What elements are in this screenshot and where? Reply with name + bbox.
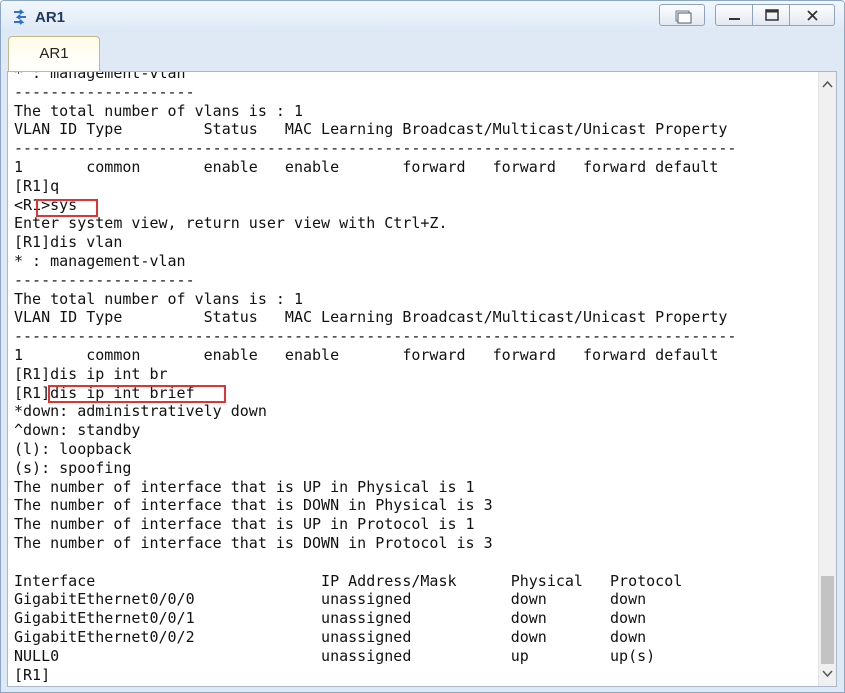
terminal-line: NULL0 unassigned up up(s) [14, 646, 656, 665]
terminal-line: 1 common enable enable forward forward f… [14, 345, 719, 364]
terminal-line: The total number of vlans is : 1 [14, 101, 303, 120]
terminal-line: The number of interface that is DOWN in … [14, 533, 493, 552]
terminal-line: GigabitEthernet0/0/1 unassigned down dow… [14, 609, 647, 628]
highlight-box-dis-ip-int-brief [48, 385, 226, 403]
terminal-line: Enter system view, return user view with… [14, 214, 448, 233]
terminal-line: * : management-vlan [14, 251, 186, 270]
terminal-line: GigabitEthernet0/0/0 unassigned down dow… [14, 590, 647, 609]
terminal-line: The number of interface that is UP in Pr… [14, 515, 475, 534]
terminal-line: The number of interface that is DOWN in … [14, 496, 493, 515]
minimize-button[interactable] [715, 4, 753, 26]
terminal-line: VLAN ID Type Status MAC Learning Broadca… [14, 120, 728, 139]
terminal-line: 1 common enable enable forward forward f… [14, 157, 719, 176]
tab-bar: AR1 [1, 33, 844, 71]
title-bar[interactable]: AR1 [1, 1, 844, 33]
restore-icon [675, 10, 692, 24]
vertical-scrollbar[interactable] [818, 72, 836, 686]
terminal-console[interactable]: * : management-vlan -------------------- T… [7, 71, 837, 687]
scroll-up-icon[interactable] [819, 76, 836, 93]
terminal-line: The total number of vlans is : 1 [14, 289, 303, 308]
terminal-line: <R1>sys [14, 195, 78, 214]
terminal-line: ----------------------------------------… [14, 139, 737, 158]
close-icon [807, 10, 818, 21]
terminal-line: -------------------- [14, 270, 195, 289]
terminal-line: [R1]dis vlan [14, 233, 123, 252]
terminal-line: VLAN ID Type Status MAC Learning Broadca… [14, 308, 728, 327]
terminal-line: *down: administratively down [14, 402, 267, 421]
restore-button[interactable] [659, 4, 705, 26]
terminal-line: ----------------------------------------… [14, 327, 737, 346]
highlight-box-sys [36, 199, 98, 217]
terminal-output: * : management-vlan -------------------- T… [14, 71, 737, 684]
maximize-button[interactable] [752, 4, 790, 26]
terminal-window: AR1 AR1 * : management-vlan ------------… [0, 0, 845, 693]
terminal-line: GigabitEthernet0/0/2 unassigned down dow… [14, 627, 647, 646]
minimize-icon [729, 18, 740, 20]
terminal-line: -------------------- [14, 82, 195, 101]
terminal-line: * : management-vlan [14, 71, 186, 82]
terminal-line: (s): spoofing [14, 458, 132, 477]
terminal-line: ^down: standby [14, 421, 141, 440]
window-title: AR1 [35, 9, 66, 26]
terminal-line: Interface IP Address/Mask Physical Proto… [14, 571, 683, 590]
tab-ar1[interactable]: AR1 [8, 36, 100, 71]
maximize-icon [765, 9, 779, 21]
terminal-line: [R1]dis ip int br [14, 364, 168, 383]
terminal-line: (l): loopback [14, 439, 132, 458]
close-button[interactable] [789, 4, 835, 26]
terminal-line: [R1] [14, 665, 51, 684]
scroll-down-icon[interactable] [819, 665, 836, 682]
terminal-line: The number of interface that is UP in Ph… [14, 477, 475, 496]
scrollbar-thumb[interactable] [821, 576, 834, 664]
network-device-icon [14, 9, 26, 25]
terminal-line: [R1]q [14, 176, 60, 195]
